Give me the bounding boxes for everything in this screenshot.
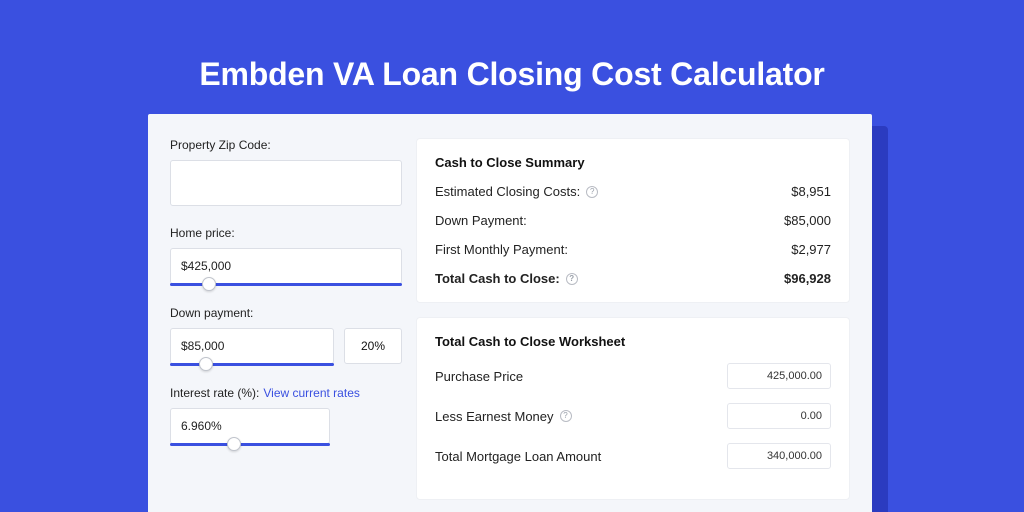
calculator-card: Property Zip Code: Home price: Down paym… <box>148 114 872 512</box>
summary-row-down-payment: Down Payment: $85,000 <box>435 213 831 228</box>
home-price-slider-thumb[interactable] <box>202 277 216 291</box>
summary-row-value: $85,000 <box>784 213 831 228</box>
home-price-slider[interactable] <box>170 283 402 286</box>
summary-title: Cash to Close Summary <box>435 155 831 170</box>
down-payment-field-group: Down payment: 20% <box>170 306 402 366</box>
summary-row-value: $2,977 <box>791 242 831 257</box>
down-payment-input[interactable] <box>170 328 334 364</box>
worksheet-value-input[interactable] <box>727 443 831 469</box>
worksheet-row-loan-amount: Total Mortgage Loan Amount <box>435 443 831 469</box>
summary-panel: Cash to Close Summary Estimated Closing … <box>416 138 850 303</box>
results-column: Cash to Close Summary Estimated Closing … <box>416 138 850 512</box>
worksheet-value-input[interactable] <box>727 363 831 389</box>
help-icon[interactable]: ? <box>560 410 572 422</box>
summary-row-value: $8,951 <box>791 184 831 199</box>
interest-rate-input[interactable] <box>170 408 330 444</box>
worksheet-value-input[interactable] <box>727 403 831 429</box>
worksheet-row-label: Total Mortgage Loan Amount <box>435 449 601 464</box>
zip-field-group: Property Zip Code: <box>170 138 402 206</box>
summary-row-first-payment: First Monthly Payment: $2,977 <box>435 242 831 257</box>
summary-row-closing-costs: Estimated Closing Costs: ? $8,951 <box>435 184 831 199</box>
worksheet-row-purchase-price: Purchase Price <box>435 363 831 389</box>
down-payment-slider[interactable] <box>170 363 334 366</box>
zip-label: Property Zip Code: <box>170 138 402 152</box>
summary-row-label: Estimated Closing Costs: <box>435 184 580 199</box>
page-title: Embden VA Loan Closing Cost Calculator <box>0 56 1024 93</box>
summary-row-label: Down Payment: <box>435 213 527 228</box>
down-payment-slider-thumb[interactable] <box>199 357 213 371</box>
home-price-label: Home price: <box>170 226 402 240</box>
interest-rate-field-group: Interest rate (%): View current rates <box>170 386 402 446</box>
down-payment-percent-display: 20% <box>344 328 402 364</box>
help-icon[interactable]: ? <box>586 186 598 198</box>
summary-total-value: $96,928 <box>784 271 831 286</box>
home-price-field-group: Home price: <box>170 226 402 286</box>
interest-rate-slider-thumb[interactable] <box>227 437 241 451</box>
inputs-column: Property Zip Code: Home price: Down paym… <box>170 138 402 512</box>
view-rates-link[interactable]: View current rates <box>263 386 360 400</box>
interest-rate-label: Interest rate (%): View current rates <box>170 386 402 400</box>
interest-rate-label-text: Interest rate (%): <box>170 386 259 400</box>
worksheet-title: Total Cash to Close Worksheet <box>435 334 831 349</box>
zip-input[interactable] <box>170 160 402 206</box>
worksheet-panel: Total Cash to Close Worksheet Purchase P… <box>416 317 850 500</box>
worksheet-row-label: Purchase Price <box>435 369 523 384</box>
summary-total-label: Total Cash to Close: <box>435 271 560 286</box>
interest-rate-slider[interactable] <box>170 443 330 446</box>
summary-row-total: Total Cash to Close: ? $96,928 <box>435 271 831 286</box>
down-payment-label: Down payment: <box>170 306 402 320</box>
worksheet-row-earnest-money: Less Earnest Money ? <box>435 403 831 429</box>
help-icon[interactable]: ? <box>566 273 578 285</box>
summary-row-label: First Monthly Payment: <box>435 242 568 257</box>
worksheet-row-label: Less Earnest Money <box>435 409 554 424</box>
